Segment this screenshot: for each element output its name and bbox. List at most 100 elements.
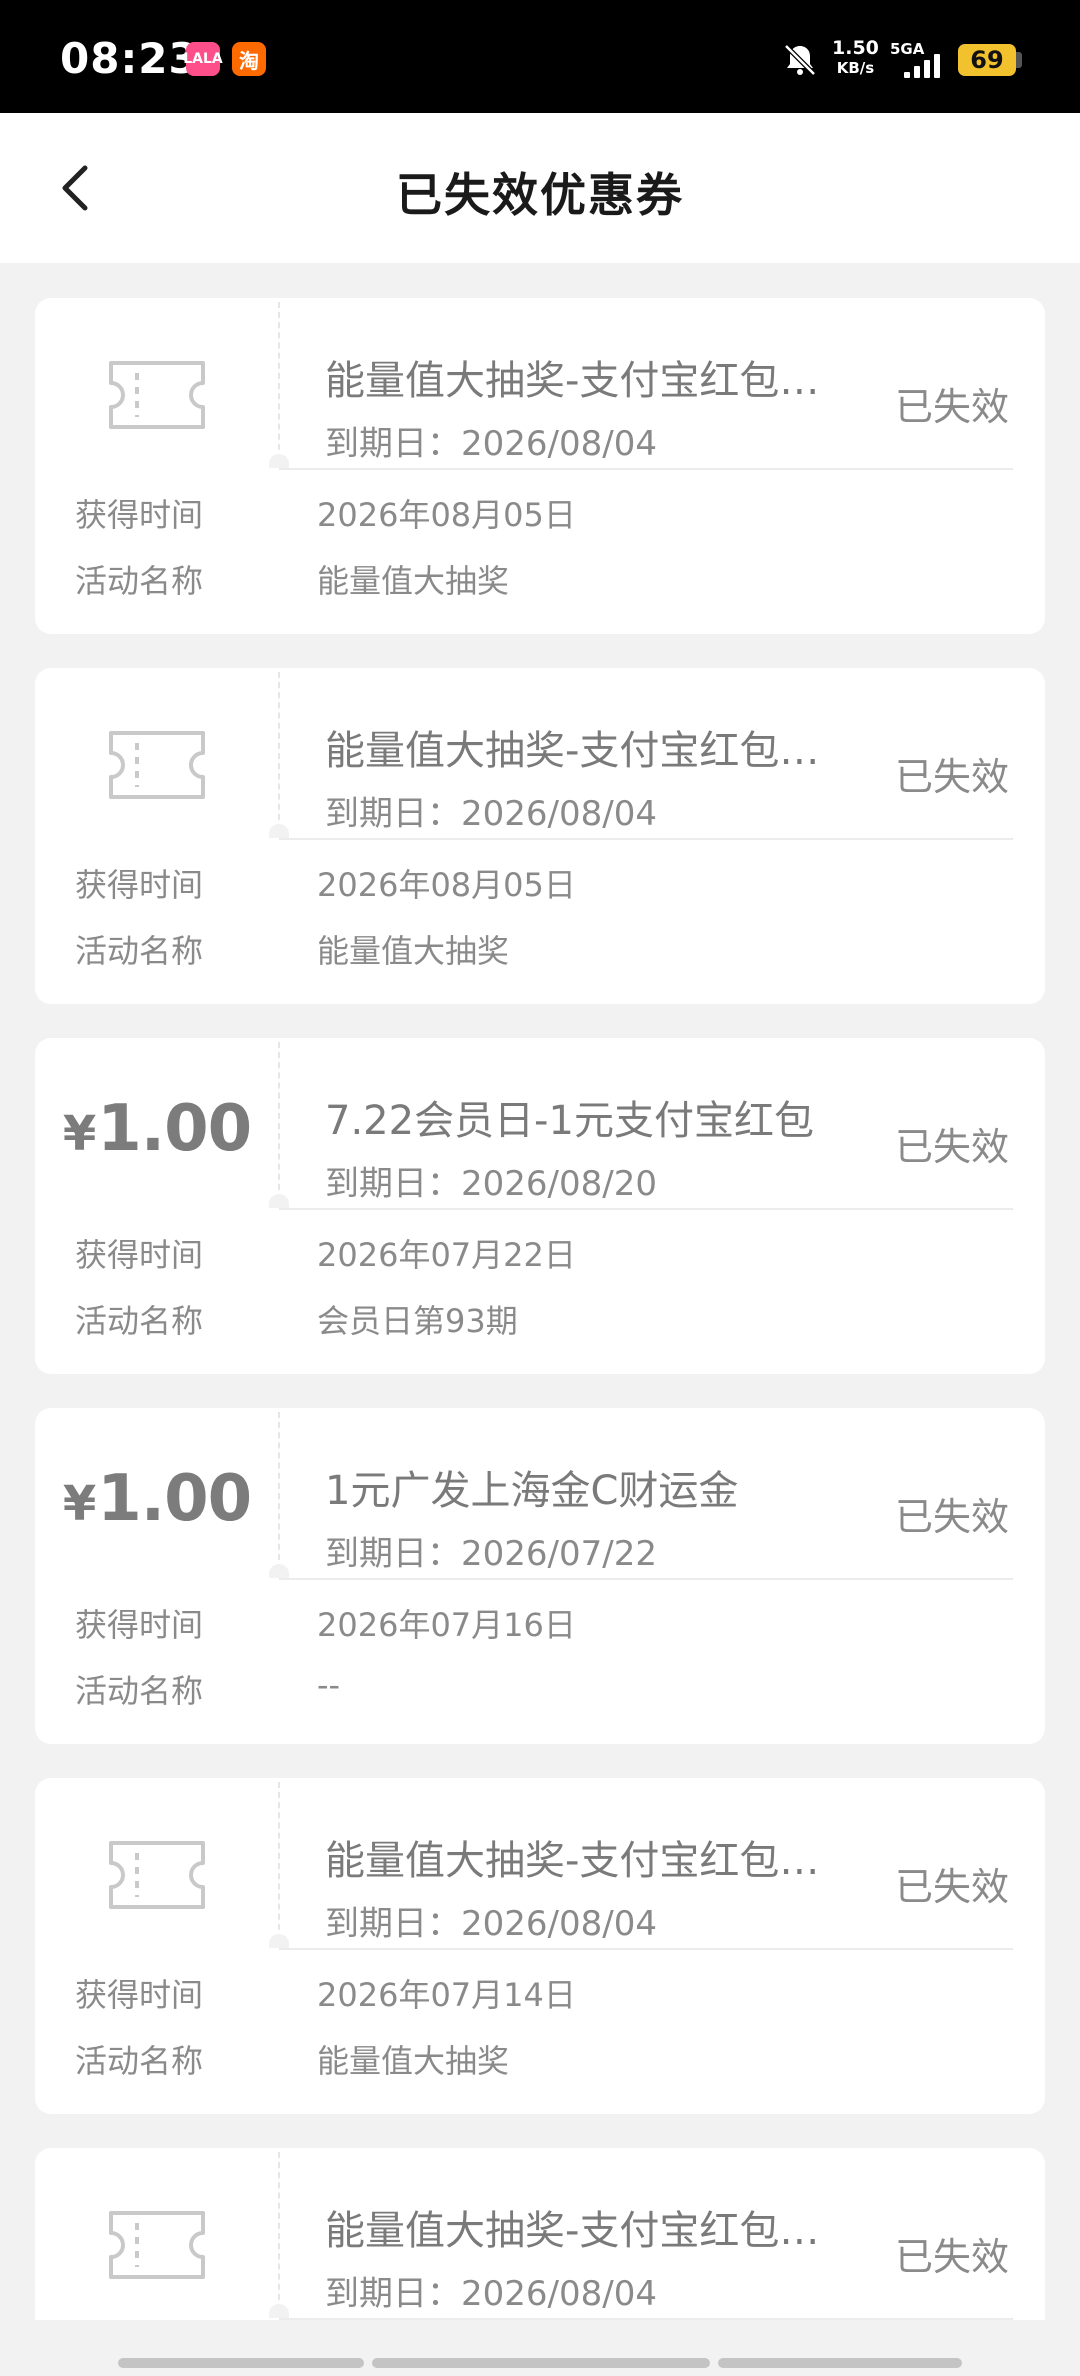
coupon-header: 能量值大抽奖-支付宝红包… 到期日：2026/08/04 已失效 xyxy=(35,1778,1045,1948)
activity-name-label: 活动名称 xyxy=(75,932,204,970)
ticket-icon xyxy=(109,731,205,799)
coupon-header: ¥1.00 1元广发上海金C财运金 到期日：2026/07/22 已失效 xyxy=(35,1408,1045,1578)
battery-tip xyxy=(1016,52,1022,68)
bottom-scroll-indicator xyxy=(118,2358,962,2368)
perforation-notch xyxy=(269,824,289,838)
obtained-time-row: 获得时间 2026年08月05日 xyxy=(35,850,1045,916)
obtained-time-label: 获得时间 xyxy=(75,1606,204,1644)
activity-name-row: 活动名称 能量值大抽奖 xyxy=(35,2026,1045,2092)
coupon-value-area xyxy=(35,310,279,480)
obtained-time-label: 获得时间 xyxy=(75,1236,204,1274)
amount-value: 1.00 xyxy=(97,1462,252,1536)
activity-name-value: 能量值大抽奖 xyxy=(317,2042,510,2080)
perforation-line xyxy=(278,1782,280,1940)
coupon-details: 获得时间 2026年07月16日 活动名称 -- xyxy=(35,1578,1045,1744)
coupon-card[interactable]: 能量值大抽奖-支付宝红包… 到期日：2026/08/04 已失效 获得时间 活动… xyxy=(35,2148,1045,2320)
coupon-status: 已失效 xyxy=(894,385,1009,429)
signal-icon: 5GA xyxy=(890,40,952,80)
perforation-notch xyxy=(269,1194,289,1208)
battery-icon: 69 xyxy=(958,44,1016,76)
page-title: 已失效优惠券 xyxy=(396,168,684,222)
status-time: 08:23 xyxy=(60,34,199,83)
coupon-card[interactable]: 能量值大抽奖-支付宝红包… 到期日：2026/08/04 已失效 获得时间 20… xyxy=(35,1778,1045,2114)
signal-bars xyxy=(904,54,940,78)
obtained-time-row: 获得时间 2026年07月16日 xyxy=(35,1590,1045,1656)
coupon-value-area: ¥1.00 xyxy=(35,1408,279,1578)
taobao-app-icon: 淘 xyxy=(232,42,266,76)
coupon-details: 获得时间 2026年08月05日 活动名称 能量值大抽奖 xyxy=(35,468,1045,634)
coupon-details: 获得时间 2026年07月22日 活动名称 会员日第93期 xyxy=(35,1208,1045,1374)
obtained-time-row: 获得时间 2026年07月14日 xyxy=(35,1960,1045,2026)
ticket-icon xyxy=(109,361,205,429)
amount-value: 1.00 xyxy=(97,1092,252,1166)
coupon-amount: ¥1.00 xyxy=(63,1092,252,1166)
perforation-notch xyxy=(269,1934,289,1948)
perforation-line xyxy=(278,672,280,830)
activity-name-row: 活动名称 -- xyxy=(35,1656,1045,1722)
activity-name-row: 活动名称 能量值大抽奖 xyxy=(35,916,1045,982)
speed-unit: KB/s xyxy=(836,59,875,77)
obtained-time-value: 2026年08月05日 xyxy=(317,496,576,534)
status-bar: 08:23 LALA 淘 1.50 KB/s 5GA 69 xyxy=(0,0,1080,113)
activity-name-label: 活动名称 xyxy=(75,1302,204,1340)
activity-name-value: 会员日第93期 xyxy=(317,1302,518,1340)
activity-name-row: 活动名称 会员日第93期 xyxy=(35,1286,1045,1352)
coupon-title: 能量值大抽奖-支付宝红包… xyxy=(325,1838,820,1884)
activity-name-value: 能量值大抽奖 xyxy=(317,562,510,600)
coupon-expiry: 到期日：2026/08/20 xyxy=(325,1164,657,1204)
activity-name-row: 活动名称 能量值大抽奖 xyxy=(35,546,1045,612)
activity-name-label: 活动名称 xyxy=(75,1672,204,1710)
obtained-time-label: 获得时间 xyxy=(75,1976,204,2014)
currency-symbol: ¥ xyxy=(62,1476,96,1532)
obtained-time-value: 2026年07月22日 xyxy=(317,1236,576,1274)
perforation-line xyxy=(278,302,280,460)
divider xyxy=(279,1578,1013,1580)
coupon-value-area: ¥1.00 xyxy=(35,1038,279,1208)
activity-name-value: -- xyxy=(317,1666,341,1704)
coupon-header: 能量值大抽奖-支付宝红包… 到期日：2026/08/04 已失效 xyxy=(35,2148,1045,2318)
nav-header: 已失效优惠券 xyxy=(0,113,1080,263)
coupon-card[interactable]: ¥1.00 7.22会员日-1元支付宝红包 到期日：2026/08/20 已失效… xyxy=(35,1038,1045,1374)
ticket-icon xyxy=(109,1841,205,1909)
divider xyxy=(279,1208,1013,1210)
signal-bar xyxy=(924,60,930,78)
network-speed: 1.50 KB/s xyxy=(832,38,879,78)
coupon-expiry: 到期日：2026/08/04 xyxy=(325,2274,657,2314)
coupon-title: 1元广发上海金C财运金 xyxy=(325,1468,739,1514)
coupon-status: 已失效 xyxy=(894,755,1009,799)
perforation-notch xyxy=(269,1564,289,1578)
obtained-time-value: 2026年07月16日 xyxy=(317,1606,576,1644)
bell-muted-icon xyxy=(784,44,816,76)
signal-bar xyxy=(914,66,920,78)
coupon-amount: ¥1.00 xyxy=(62,1462,252,1536)
perforation-line xyxy=(278,2152,280,2310)
obtained-time-value: 2026年08月05日 xyxy=(317,866,576,904)
obtained-time-row: 获得时间 2026年07月22日 xyxy=(35,1220,1045,1286)
coupon-card[interactable]: 能量值大抽奖-支付宝红包… 到期日：2026/08/04 已失效 获得时间 20… xyxy=(35,298,1045,634)
coupon-status: 已失效 xyxy=(894,1865,1009,1909)
coupon-card[interactable]: ¥1.00 1元广发上海金C财运金 到期日：2026/07/22 已失效 获得时… xyxy=(35,1408,1045,1744)
perforation-notch xyxy=(269,454,289,468)
obtained-time-label: 获得时间 xyxy=(75,866,204,904)
indicator-segment xyxy=(372,2358,710,2368)
coupon-status: 已失效 xyxy=(894,2235,1009,2279)
coupon-title: 能量值大抽奖-支付宝红包… xyxy=(325,358,820,404)
lala-app-icon: LALA xyxy=(183,42,223,76)
indicator-segment xyxy=(718,2358,962,2368)
perforation-line xyxy=(278,1412,280,1570)
coupon-expiry: 到期日：2026/07/22 xyxy=(325,1534,657,1574)
coupon-list[interactable]: 能量值大抽奖-支付宝红包… 到期日：2026/08/04 已失效 获得时间 20… xyxy=(35,298,1045,2320)
coupon-expiry: 到期日：2026/08/04 xyxy=(325,1904,657,1944)
divider xyxy=(279,838,1013,840)
coupon-card[interactable]: 能量值大抽奖-支付宝红包… 到期日：2026/08/04 已失效 获得时间 20… xyxy=(35,668,1045,1004)
coupon-value-area xyxy=(35,1790,279,1960)
obtained-time-row: 获得时间 2026年08月05日 xyxy=(35,480,1045,546)
coupon-expiry: 到期日：2026/08/04 xyxy=(325,424,657,464)
activity-name-value: 能量值大抽奖 xyxy=(317,932,510,970)
coupon-value-area xyxy=(35,2160,279,2320)
coupon-header: 能量值大抽奖-支付宝红包… 到期日：2026/08/04 已失效 xyxy=(35,668,1045,838)
obtained-time-label: 获得时间 xyxy=(75,496,204,534)
coupon-value-area xyxy=(35,680,279,850)
perforation-notch xyxy=(269,2304,289,2318)
activity-name-label: 活动名称 xyxy=(75,2042,204,2080)
